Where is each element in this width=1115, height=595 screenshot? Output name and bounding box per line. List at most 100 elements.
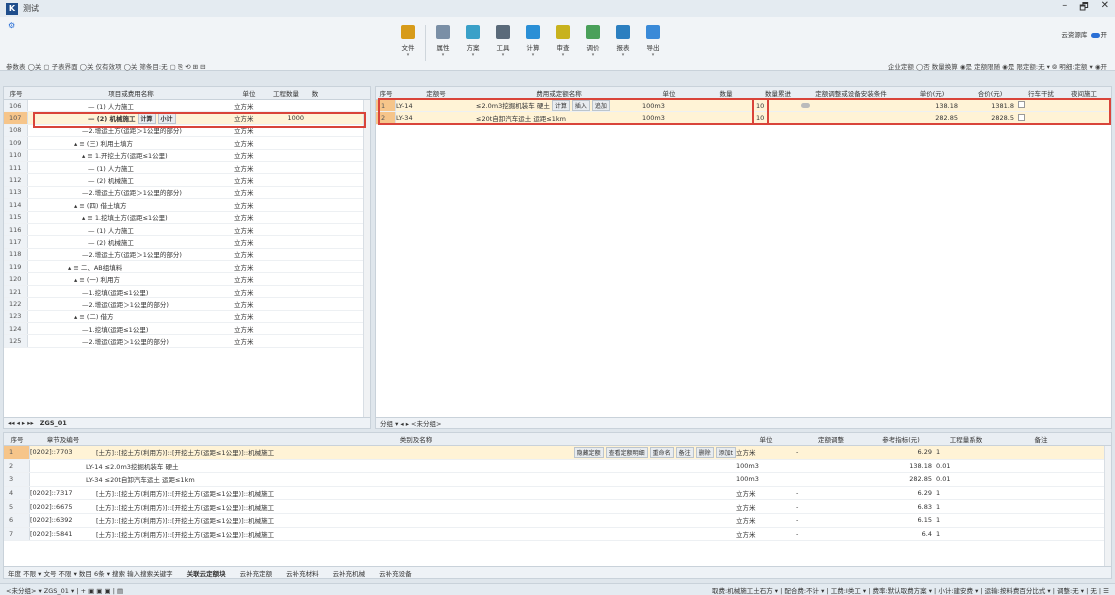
row-action-button[interactable]: 小计	[157, 112, 176, 124]
col-category[interactable]: 类别及名称	[96, 434, 736, 444]
progressive-cell[interactable]: 10	[756, 114, 800, 122]
cloud-quota-row[interactable]: 7 [0202]::5841 [土方]::[挖土方(利用方)]::[开挖土方(运距≤…	[4, 527, 1111, 542]
col-traffic[interactable]: 行车干扰	[1018, 88, 1064, 98]
cloud-tab-0[interactable]: 关联云定额块	[187, 568, 226, 578]
col-progressive[interactable]: 数量累进	[756, 88, 800, 98]
tree-row[interactable]: 120 ▴ ≡ (一) 利用方 立方米	[4, 273, 370, 286]
cloud-tab-4[interactable]: 云补充设备	[379, 568, 412, 578]
tree-row[interactable]: 112 — (2) 机械施工 立方米	[4, 174, 370, 187]
tree-row[interactable]: 113 —2.增运土方(运距＞1公里的部分) 立方米	[4, 186, 370, 200]
quantity-cell[interactable]: 1000	[264, 114, 308, 122]
minimize-button[interactable]: –	[1062, 0, 1067, 17]
progressive-cell[interactable]: 10	[756, 102, 800, 110]
tree-row[interactable]: 125 —2.增运(运距＞1公里的部分) 立方米	[4, 335, 370, 348]
ribbon-report-button[interactable]: 报表 ▾	[608, 21, 638, 65]
traffic-cell[interactable]	[1018, 101, 1064, 110]
col-remark[interactable]: 备注	[996, 434, 1086, 444]
cloud-row-action-button[interactable]: 添加t	[715, 446, 736, 458]
col-chapter[interactable]: 章节及编号	[30, 434, 96, 444]
group-selector[interactable]: 分组 ▾ ◂ ▸ <未分组>	[380, 418, 441, 428]
toggle-icon[interactable]	[801, 103, 810, 109]
ribbon-file-button[interactable]: 文件 ▾	[393, 21, 423, 65]
cloud-quota-row[interactable]: 5 [0202]::6675 [土方]::[挖土方(利用方)]::[开挖土方(运距≤…	[4, 500, 1111, 514]
cloud-tab-3[interactable]: 云补充机械	[333, 568, 366, 578]
col-num[interactable]: 数	[308, 88, 322, 98]
close-button[interactable]: ✕	[1101, 0, 1109, 17]
tree-row[interactable]: 116 — (1) 人力施工 立方米	[4, 223, 370, 237]
col-unit[interactable]: 单位	[736, 434, 796, 444]
cloud-quota-row[interactable]: 2 LY-14 ≤2.0m3挖掘机装车 硬土 100m3 138.18 0.01	[4, 459, 1111, 474]
col-amount[interactable]: 数量	[696, 88, 756, 98]
tree-row[interactable]: 107— (2) 机械施工 计算 小计 立方米 1000	[4, 112, 370, 125]
quota-row[interactable]: 2 LY-34 ≤20t自卸汽车运土 运距≤1km 100m3 10 282.85 2828…	[376, 112, 1111, 125]
quota-code-cell[interactable]: LY-14	[396, 102, 476, 110]
quota-action-button[interactable]: 追加	[591, 100, 610, 112]
col-total[interactable]: 合价(元)	[962, 88, 1018, 98]
ribbon-scheme-button[interactable]: 方案 ▾	[458, 21, 488, 65]
status-fee-settings[interactable]: 取费:机械施工土石方 ▾ | 配合费:不计 ▾ | 工费:Ⅰ类工 ▾ | 费率:…	[712, 585, 1109, 595]
col-seq[interactable]: 序号	[376, 88, 396, 98]
col-adjust[interactable]: 定额调整	[796, 434, 866, 444]
cloud-library-toggle[interactable]: 云资源库 开	[1061, 29, 1107, 39]
col-coefficient[interactable]: 工程量系数	[936, 434, 996, 444]
ribbon-tools-button[interactable]: 工具 ▾	[488, 21, 518, 65]
quota-code-cell[interactable]: LY-34	[396, 114, 476, 122]
col-name[interactable]: 项目或费用名称	[28, 88, 234, 98]
col-quantity[interactable]: 工程数量	[264, 88, 308, 98]
unit-price-cell[interactable]: 138.18	[902, 102, 962, 110]
cloud-tab-1[interactable]: 云补充定额	[240, 568, 273, 578]
sheet-nav-buttons[interactable]: ◂◂ ◂ ▸ ▸▸	[8, 419, 34, 427]
checkbox-icon[interactable]	[1018, 113, 1025, 121]
ribbon-calculate-button[interactable]: 计算 ▾	[518, 21, 548, 65]
cloud-quota-row[interactable]: 4 [0202]::7317 [土方]::[挖土方(利用方)]::[开挖土方(运距≤…	[4, 486, 1111, 501]
tree-row[interactable]: 109 ▴ ≡ (三) 利用土填方 立方米	[4, 137, 370, 150]
unit-price-cell[interactable]: 282.85	[902, 114, 962, 122]
col-quota-code[interactable]: 定额号	[396, 88, 476, 98]
quota-name-cell[interactable]: ≤20t自卸汽车运土 运距≤1km	[476, 113, 642, 123]
cloud-quota-row[interactable]: 1 [0202]::7703 [土方]::[挖土方(利用方)]::[开挖土方(运距≤…	[4, 446, 1111, 460]
cloud-row-action-button[interactable]: 重命名	[649, 446, 674, 458]
cloud-row-action-button[interactable]: 查看定额明细	[605, 446, 648, 458]
unit-cell[interactable]: 100m3	[642, 102, 696, 110]
tree-row[interactable]: 114 ▴ ≡ (四) 借土填方 立方米	[4, 199, 370, 212]
col-unit-price[interactable]: 单价(元)	[902, 88, 962, 98]
col-seq[interactable]: 序号	[4, 88, 28, 98]
cloud-filter-controls[interactable]: 年度 不限 ▾ 文号 不限 ▾ 数目 6条 ▾ 搜索 输入搜索关键字	[8, 568, 173, 578]
maximize-button[interactable]: 🗗	[1079, 0, 1088, 17]
col-night[interactable]: 夜间施工	[1064, 88, 1104, 98]
tree-scrollbar[interactable]	[363, 100, 370, 417]
tree-row[interactable]: 108 —2.增运土方(运距＞1公里的部分) 立方米	[4, 124, 370, 138]
tree-row[interactable]: 122 —2.增运(运距＞1公里的部分) 立方米	[4, 298, 370, 311]
checkbox-icon[interactable]	[1018, 101, 1025, 109]
tree-row[interactable]: 119 ▴ ≡ 二、AB组填料 立方米	[4, 261, 370, 274]
tree-row[interactable]: 118 —2.增运土方(运距＞1公里的部分) 立方米	[4, 248, 370, 262]
cloud-row-action-button[interactable]: 隐藏定额	[573, 446, 604, 458]
tree-row[interactable]: 106 — (1) 人力施工 立方米	[4, 100, 370, 113]
tree-row[interactable]: 123 ▴ ≡ (二) 借方 立方米	[4, 310, 370, 324]
col-adjust[interactable]: 定额调整或设备安装条件	[800, 88, 902, 98]
view-options-bar[interactable]: 参数表 ◯关 ▢ 子表界面 ◯关 仅有效项 ◯关 筛条目:无 ▢ ⎘ ⟲ ⊞ ⊟	[6, 61, 206, 72]
tree-row[interactable]: 121 —1.挖填(运距≤1公里) 立方米	[4, 285, 370, 299]
ribbon-properties-button[interactable]: 属性 ▾	[428, 21, 458, 65]
row-action-button[interactable]: 计算	[137, 112, 156, 124]
tree-row[interactable]: 124 —1.挖填(运距≤1公里) 立方米	[4, 323, 370, 336]
col-quota-name[interactable]: 费用或定额名称	[476, 88, 642, 98]
total-cell[interactable]: 1381.8	[962, 102, 1018, 110]
col-seq[interactable]: 序号	[4, 434, 30, 444]
quota-options-bar[interactable]: 企业定额 ◯否 数量换算 ◉是 定额限随 ◉是 限定额:无 ▾ ⦾ 明细:定额 …	[888, 61, 1107, 72]
cloud-quota-row[interactable]: 3 LY-34 ≤20t自卸汽车运土 运距≤1km 100m3 282.85 0.01	[4, 473, 1111, 487]
cloud-quota-scrollbar[interactable]	[1104, 446, 1111, 567]
quota-action-button[interactable]: 计算	[551, 100, 570, 112]
quota-action-button[interactable]: 插入	[571, 100, 590, 112]
cloud-row-action-button[interactable]: 删除	[695, 446, 714, 458]
ribbon-price-adjust-button[interactable]: 调价 ▾	[578, 21, 608, 65]
tree-row[interactable]: 110 ▴ ≡ 1.开挖土方(运距≤1公里) 立方米	[4, 149, 370, 162]
sheet-tab-zgs01[interactable]: ZGS_01	[40, 419, 67, 427]
tree-row[interactable]: 117 — (2) 机械施工 立方米	[4, 236, 370, 249]
ribbon-export-button[interactable]: 导出 ▾	[638, 21, 668, 65]
adjust-cell[interactable]	[800, 102, 902, 110]
cloud-quota-row[interactable]: 6 [0202]::6392 [土方]::[挖土方(利用方)]::[开挖土方(运距≤…	[4, 513, 1111, 528]
settings-icon[interactable]: ⚙	[8, 21, 15, 30]
total-cell[interactable]: 2828.5	[962, 114, 1018, 122]
ribbon-review-button[interactable]: 审查 ▾	[548, 21, 578, 65]
